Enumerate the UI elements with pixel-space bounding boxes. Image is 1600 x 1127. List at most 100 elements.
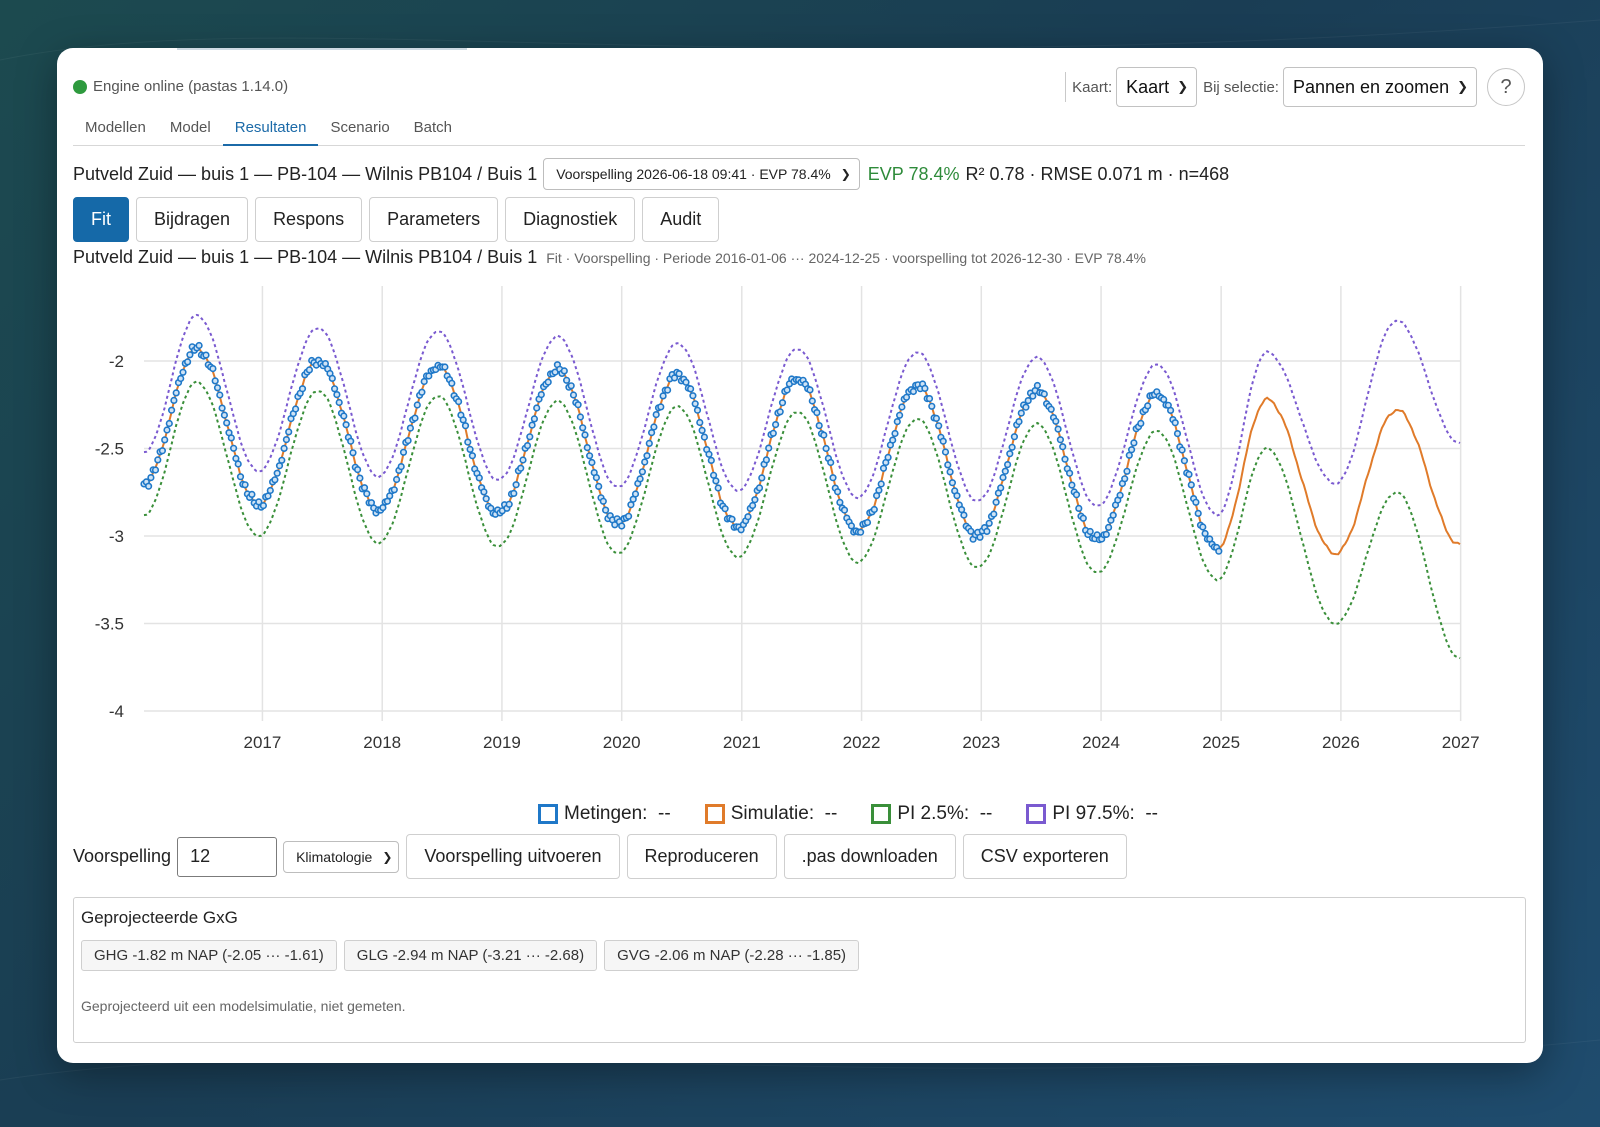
measurement-point (948, 479, 957, 487)
measurement-point (213, 384, 222, 392)
measurement-point (755, 484, 764, 492)
measurement-point (298, 385, 307, 393)
download-pas-button[interactable]: .pas downloaden (783, 834, 956, 879)
x-tick-label: 2017 (244, 733, 282, 752)
measurement-point (234, 460, 242, 468)
results-panel: Engine online (pastas 1.14.0) Kaart: Kaa… (57, 48, 1543, 1063)
measurement-point (709, 471, 718, 479)
measurement-point (748, 501, 757, 510)
measurement-point (363, 490, 371, 498)
measurement-point (393, 475, 401, 484)
measurement-point (333, 391, 341, 399)
measurement-point (1006, 450, 1014, 458)
measurement-point (1068, 481, 1076, 489)
measurement-point (985, 519, 993, 527)
measurement-point (638, 468, 647, 476)
measurement-point (158, 447, 166, 455)
measurement-point (698, 426, 706, 435)
measurement-point (360, 484, 369, 492)
x-tick-label: 2025 (1202, 733, 1240, 752)
measurement-point (689, 392, 697, 400)
measurement-point (579, 424, 587, 432)
measurement-point (939, 437, 947, 445)
measurement-point (599, 497, 607, 505)
measurement-point (177, 374, 185, 383)
measurement-point (342, 421, 350, 429)
measurement-point (776, 408, 784, 416)
measurement-point (891, 429, 899, 438)
legend-item-simulatie[interactable]: Simulatie: -- (704, 803, 837, 825)
measurement-point (266, 486, 274, 495)
measurement-point (161, 436, 169, 444)
measurement-point (1022, 403, 1030, 411)
export-csv-button[interactable]: CSV exporteren (962, 834, 1127, 879)
measurement-point (898, 403, 906, 411)
measurement-point (1178, 446, 1186, 454)
gxg-chips: GHG -1.82 m NAP (-2.05 ··· -1.61) GLG -2… (81, 940, 866, 971)
legend-item-metingen[interactable]: Metingen: -- (538, 803, 671, 825)
measurement-point (512, 481, 520, 489)
reproduce-button[interactable]: Reproduceren (626, 834, 777, 879)
measurement-point (833, 488, 842, 496)
forecast-months-input[interactable]: 12 (177, 836, 278, 877)
x-tick-label: 2020 (603, 733, 641, 752)
x-tick-label: 2022 (843, 733, 881, 752)
measurement-point (663, 386, 672, 394)
measurement-point (1052, 417, 1060, 425)
measurement-point (455, 398, 463, 406)
measurement-point (1116, 491, 1124, 499)
measurement-point (574, 401, 582, 409)
measurement-point (459, 416, 467, 424)
measurement-point (884, 453, 892, 462)
measurement-point (751, 496, 759, 504)
chevron-down-icon: ❯ (382, 849, 393, 864)
measurement-point (983, 527, 991, 536)
measurement-point (236, 473, 245, 481)
measurement-point (1001, 467, 1009, 475)
measurement-point (482, 495, 490, 503)
measurement-point (468, 452, 477, 460)
measurement-point (184, 358, 192, 366)
measurement-point (517, 464, 525, 472)
measurement-point (413, 401, 421, 409)
measurement-point (1187, 481, 1195, 489)
glg-chip: GLG -2.94 m NAP (-3.21 ··· -2.68) (343, 940, 598, 971)
run-forecast-button[interactable]: Voorspelling uitvoeren (406, 834, 620, 879)
legend-swatch (1026, 804, 1047, 824)
measurement-point (1215, 547, 1223, 555)
measurement-point (1137, 419, 1145, 428)
measurement-point (1102, 530, 1110, 539)
measurement-point (696, 418, 704, 427)
measurement-point (946, 468, 954, 476)
measurement-point (569, 391, 578, 399)
projected-gxg-box: Geprojecteerde GxG GHG -1.82 m NAP (-2.0… (73, 897, 1526, 1043)
measurement-point (273, 469, 281, 477)
measurement-point (179, 368, 187, 376)
measurement-point (211, 377, 219, 385)
measurement-point (154, 456, 162, 464)
legend-item-pi-2-5[interactable]: PI 2.5%: -- (871, 803, 992, 825)
measurement-point (990, 510, 998, 518)
measurement-point (631, 490, 640, 498)
gxg-note: Geprojecteerd uit een modelsimulatie, ni… (81, 998, 406, 1014)
measurement-point (1192, 498, 1200, 506)
measurement-point (1127, 446, 1136, 454)
x-tick-label: 2019 (483, 733, 521, 752)
forecast-label: Voorspelling (73, 846, 172, 866)
legend-item-pi-97-5[interactable]: PI 97.5%: -- (1026, 803, 1158, 825)
measurement-point (765, 444, 773, 452)
measurement-point (172, 389, 180, 397)
measurement-point (744, 513, 752, 521)
measurement-point (624, 512, 633, 520)
measurement-point (808, 397, 816, 405)
measurement-point (147, 474, 155, 482)
measurement-point (241, 481, 249, 489)
measurement-point (675, 370, 683, 378)
measurement-point (1065, 469, 1074, 477)
forecast-method-select[interactable]: Klimatologie ❯ (283, 840, 400, 873)
measurement-point (618, 522, 626, 530)
legend-swatch (538, 804, 559, 824)
measurement-point (519, 456, 527, 464)
measurement-point (877, 480, 885, 488)
groundwater-chart[interactable]: -2 -2.5 -3 -3.5 -4 2017 2018 2019 2020 2021 2022 20… (57, 48, 1543, 808)
